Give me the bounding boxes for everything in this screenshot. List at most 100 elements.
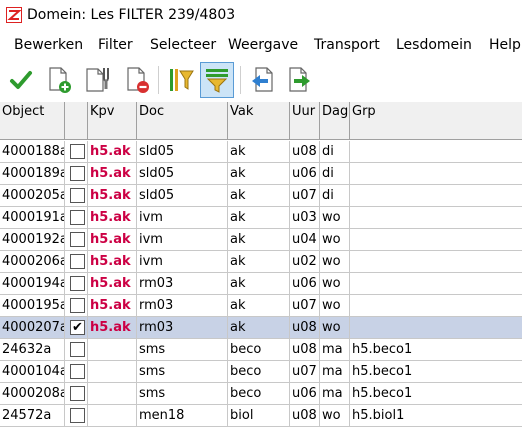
edit-button[interactable] <box>82 62 116 98</box>
checkbox[interactable] <box>70 276 85 291</box>
table-row[interactable]: 4000206a h5.ak ivm ak u02 wo <box>0 251 522 273</box>
cell-grp <box>350 207 522 229</box>
window-title: Domein: Les FILTER 239/4803 <box>27 7 236 23</box>
filter-active-icon <box>206 69 228 93</box>
table-row[interactable]: 4000194a h5.ak rm03 ak u06 wo <box>0 273 522 295</box>
cell-uur: u06 <box>290 383 320 405</box>
col-header-object[interactable]: Object <box>0 102 65 140</box>
cell-dag: wo <box>320 273 350 295</box>
cell-object: 4000195a <box>0 295 65 317</box>
menu-bewerken[interactable]: Bewerken <box>14 37 83 53</box>
checkbox[interactable] <box>70 210 85 225</box>
cell-uur: u08 <box>290 317 320 339</box>
col-header-grp[interactable]: Grp <box>350 102 522 140</box>
cell-doc: sms <box>137 383 228 405</box>
toolbar <box>0 58 522 102</box>
filter-bars-icon <box>170 69 194 91</box>
col-header-dag[interactable]: Dag <box>320 102 350 140</box>
table-row[interactable]: 4000189a h5.ak sld05 ak u06 di <box>0 163 522 185</box>
checkbox[interactable] <box>70 298 85 313</box>
export-left-icon <box>252 67 273 92</box>
cell-vak: ak <box>228 185 290 207</box>
menu-bar: Bewerken Filter Selecteer Weergave Trans… <box>0 32 522 58</box>
cell-grp <box>350 251 522 273</box>
col-header-uur[interactable]: Uur <box>290 102 320 140</box>
toolbar-separator <box>158 66 159 94</box>
cell-vak: ak <box>228 207 290 229</box>
filter-button[interactable] <box>164 62 198 98</box>
delete-button[interactable] <box>120 62 154 98</box>
col-header-check[interactable] <box>65 102 88 140</box>
toolbar-separator <box>240 66 241 94</box>
cell-check <box>65 383 88 405</box>
checkbox[interactable] <box>70 188 85 203</box>
apply-button[interactable] <box>4 62 38 98</box>
cell-vak: ak <box>228 273 290 295</box>
col-header-doc[interactable]: Doc <box>137 102 228 140</box>
checkbox[interactable] <box>70 386 85 401</box>
cell-check <box>65 273 88 295</box>
checkbox[interactable] <box>70 364 85 379</box>
cell-kpv: h5.ak <box>88 163 137 185</box>
col-header-kpv[interactable]: Kpv <box>88 102 137 140</box>
table-row[interactable]: 4000191a h5.ak ivm ak u03 wo <box>0 207 522 229</box>
cell-check <box>65 229 88 251</box>
menu-help[interactable]: Help <box>489 37 521 53</box>
table-row[interactable]: 4000104a sms beco u07 ma h5.beco1 <box>0 361 522 383</box>
table-row[interactable]: 24572a men18 biol u08 wo h5.biol1 <box>0 405 522 427</box>
cell-object: 4000194a <box>0 273 65 295</box>
cell-uur: u07 <box>290 185 320 207</box>
filter-active-button[interactable] <box>200 62 234 98</box>
cell-doc: ivm <box>137 229 228 251</box>
cell-vak: beco <box>228 383 290 405</box>
checkbox-checked[interactable]: ✔ <box>70 320 85 335</box>
cell-vak: biol <box>228 405 290 427</box>
cell-kpv: h5.ak <box>88 295 137 317</box>
cell-doc: sld05 <box>137 141 228 163</box>
checkbox[interactable] <box>70 144 85 159</box>
cell-kpv <box>88 405 137 427</box>
table-row[interactable]: 4000208a sms beco u06 ma h5.beco1 <box>0 383 522 405</box>
menu-filter[interactable]: Filter <box>98 37 133 53</box>
cell-dag: ma <box>320 361 350 383</box>
cell-kpv <box>88 361 137 383</box>
cell-grp <box>350 185 522 207</box>
table-row[interactable]: 4000192a h5.ak ivm ak u04 wo <box>0 229 522 251</box>
export-right-button[interactable] <box>282 62 316 98</box>
col-header-vak[interactable]: Vak <box>228 102 290 140</box>
cell-uur: u04 <box>290 229 320 251</box>
cell-check <box>65 141 88 163</box>
cell-uur: u08 <box>290 405 320 427</box>
new-button[interactable] <box>42 62 76 98</box>
cell-uur: u07 <box>290 361 320 383</box>
checkbox[interactable] <box>70 408 85 423</box>
cell-dag: ma <box>320 383 350 405</box>
delete-document-icon <box>127 67 149 93</box>
menu-lesdomein[interactable]: Lesdomein <box>396 37 472 53</box>
checkbox[interactable] <box>70 342 85 357</box>
checkbox[interactable] <box>70 166 85 181</box>
menu-transport[interactable]: Transport <box>314 37 380 53</box>
menu-weergave[interactable]: Weergave <box>228 37 298 53</box>
table-row[interactable]: 4000188a h5.ak sld05 ak u08 di <box>0 141 522 163</box>
menu-selecteer[interactable]: Selecteer <box>150 37 216 53</box>
cell-vak: beco <box>228 339 290 361</box>
cell-kpv: h5.ak <box>88 251 137 273</box>
table-row[interactable]: 4000207a ✔ h5.ak rm03 ak u08 wo <box>0 317 522 339</box>
cell-dag: wo <box>320 295 350 317</box>
tools-document-icon <box>86 68 109 92</box>
checkbox[interactable] <box>70 232 85 247</box>
table-row[interactable]: 24632a sms beco u08 ma h5.beco1 <box>0 339 522 361</box>
checkbox[interactable] <box>70 254 85 269</box>
cell-object: 4000205a <box>0 185 65 207</box>
cell-grp <box>350 141 522 163</box>
table-row[interactable]: 4000195a h5.ak rm03 ak u07 wo <box>0 295 522 317</box>
cell-doc: rm03 <box>137 317 228 339</box>
cell-grp <box>350 163 522 185</box>
table-row[interactable]: 4000205a h5.ak sld05 ak u07 di <box>0 185 522 207</box>
cell-check: ✔ <box>65 317 88 339</box>
cell-grp <box>350 229 522 251</box>
apply-check-icon <box>10 71 32 89</box>
export-left-button[interactable] <box>246 62 280 98</box>
cell-check <box>65 163 88 185</box>
